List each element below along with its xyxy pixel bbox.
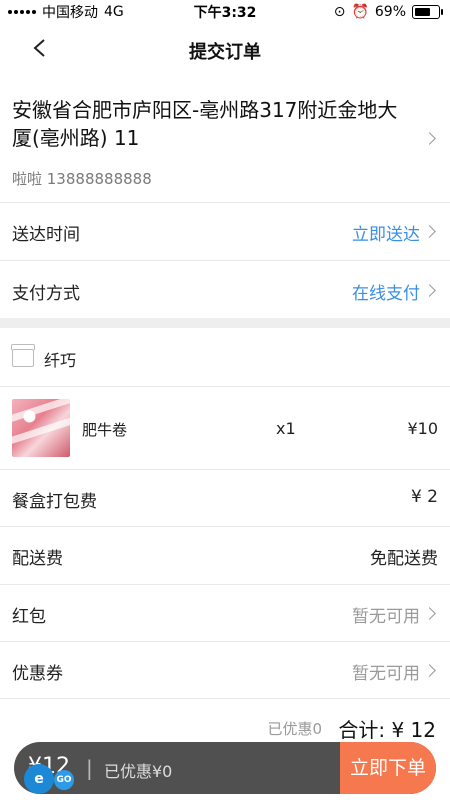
address-text: 安徽省合肥市庐阳区-亳州路317附近金地大厦(亳州路) 11 — [12, 98, 398, 150]
summary-discount: 已优惠0 — [267, 720, 322, 738]
delivery-fee-label: 配送费 — [12, 549, 63, 569]
nav-bar: 提交订单 — [0, 24, 450, 76]
delivery-fee-value: 免配送费 — [370, 549, 438, 569]
order-summary: 已优惠0 合计: ¥ 12 — [0, 708, 450, 744]
shop-row: 纤巧 — [0, 328, 450, 387]
shop-icon — [11, 344, 35, 367]
chevron-right-icon — [423, 284, 436, 297]
coupon-row[interactable]: 优惠券 暂无可用 — [0, 642, 450, 699]
address-section[interactable]: 安徽省合肥市庐阳区-亳州路317附近金地大厦(亳州路) 11 啦啦 138888… — [0, 76, 450, 203]
battery-fill — [415, 8, 430, 16]
coupon-value: 暂无可用 — [352, 664, 420, 684]
alarm-icon: ⏰ — [351, 4, 369, 20]
checkout-bar: ¥12 | 已优惠¥0 立即下单 — [14, 742, 436, 794]
chevron-right-icon — [423, 132, 436, 145]
summary-total: 合计: ¥ 12 — [338, 718, 436, 742]
delivery-time-value: 立即送达 — [352, 225, 420, 245]
checkout-discount: 已优惠¥0 — [104, 762, 173, 781]
status-bar: 中国移动 4G 下午3:32 ⊙ ⏰ 69% — [0, 0, 450, 24]
packing-fee-row: 餐盒打包费 ¥ 2 — [0, 470, 450, 527]
red-packet-label: 红包 — [12, 607, 46, 627]
lock-rotation-icon: ⊙ — [333, 4, 346, 20]
chevron-right-icon — [423, 225, 436, 238]
watermark-logo-icon: e — [24, 764, 54, 794]
address-contact: 啦啦 13888888888 — [12, 170, 152, 188]
page-title: 提交订单 — [189, 42, 261, 63]
submit-order-button[interactable]: 立即下单 — [340, 742, 436, 794]
chevron-right-icon — [423, 607, 436, 620]
packing-fee-label: 餐盒打包费 — [12, 492, 97, 512]
item-price: ¥10 — [407, 419, 438, 438]
coupon-label: 优惠券 — [12, 664, 63, 684]
delivery-time-row[interactable]: 送达时间 立即送达 — [0, 202, 450, 261]
checkout-separator: | — [86, 756, 93, 780]
item-quantity: x1 — [276, 419, 296, 438]
watermark-badge-icon: GO — [54, 770, 74, 790]
battery-label: 69% — [374, 4, 406, 20]
item-thumbnail — [12, 399, 70, 457]
payment-method-label: 支付方式 — [12, 284, 80, 304]
payment-method-row[interactable]: 支付方式 在线支付 — [0, 261, 450, 318]
item-name: 肥牛卷 — [82, 421, 128, 439]
payment-method-value: 在线支付 — [352, 284, 420, 304]
delivery-time-label: 送达时间 — [12, 225, 80, 245]
red-packet-value: 暂无可用 — [352, 607, 420, 627]
delivery-fee-row: 配送费 免配送费 — [0, 527, 450, 585]
order-item-row: 肥牛卷 x1 ¥10 — [0, 387, 450, 470]
chevron-right-icon — [423, 664, 436, 677]
red-packet-row[interactable]: 红包 暂无可用 — [0, 585, 450, 642]
section-divider — [0, 318, 450, 328]
shop-name: 纤巧 — [44, 351, 77, 370]
status-right: ⊙ ⏰ 69% — [333, 4, 443, 20]
battery-icon — [412, 5, 443, 19]
packing-fee-value: ¥ 2 — [410, 487, 438, 507]
